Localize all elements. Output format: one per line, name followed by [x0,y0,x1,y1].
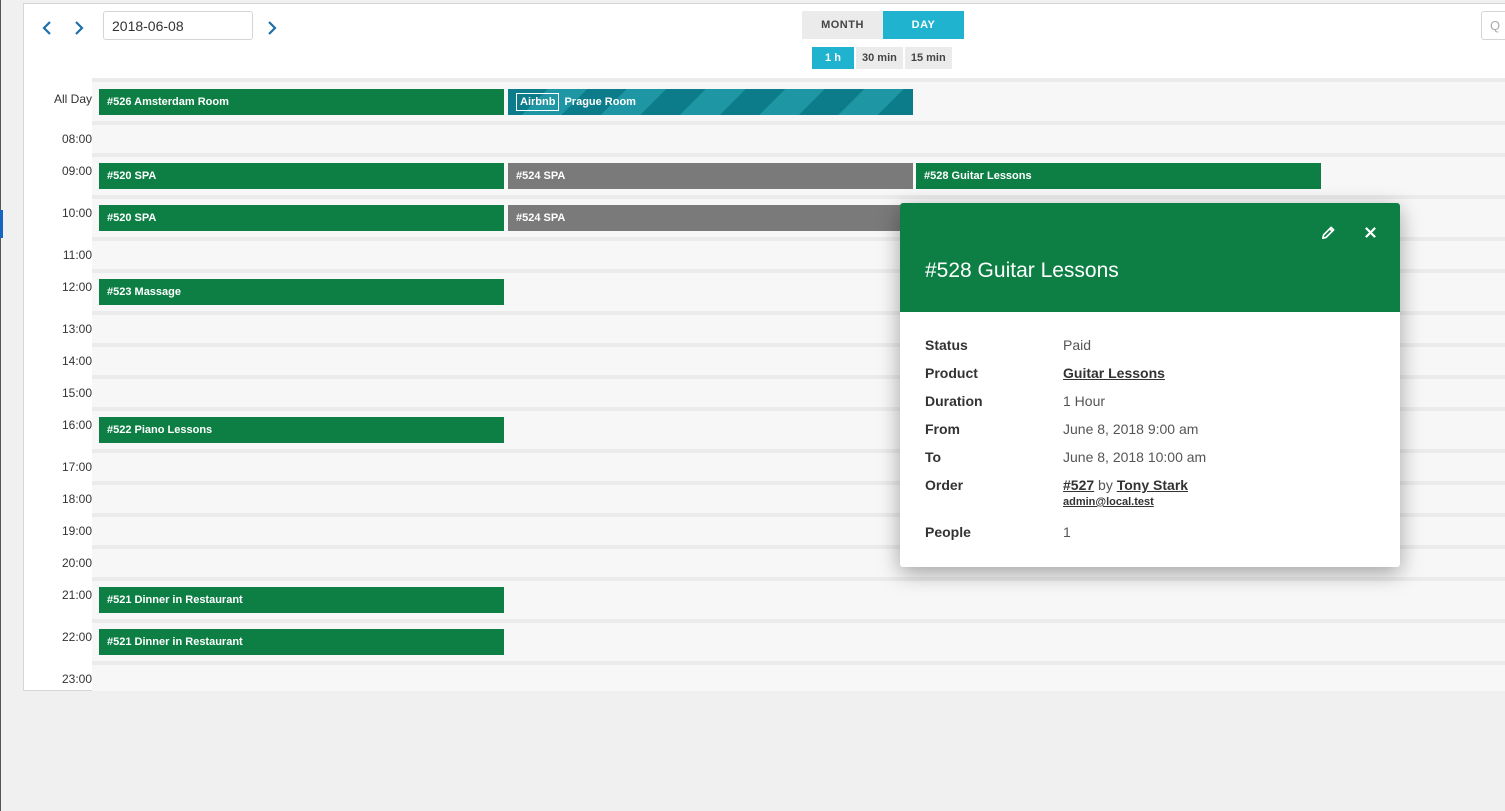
people-value: 1 [1063,524,1071,540]
row-2300: 23:00 [24,665,1505,691]
popover-header: #528 Guitar Lessons [900,203,1400,312]
booking-event[interactable]: #524 SPA [508,163,913,189]
window-edge-marker [0,210,3,238]
field-label: People [925,524,971,540]
time-label: 08:00 [61,132,92,146]
row-0800: 08:00 [24,125,1505,155]
event-label: #523 Massage [107,286,181,298]
event-label: #524 SPA [516,170,566,182]
event-label: #520 SPA [107,170,157,182]
next-period-button[interactable] [68,17,90,39]
time-label: 19:00 [61,524,92,538]
row-track [92,125,1505,155]
slot-15min-button[interactable]: 15 min [904,47,952,69]
next-day-button[interactable] [261,17,283,39]
field-label: Order [925,477,964,493]
product-link[interactable]: Guitar Lessons [1063,365,1165,381]
chevron-left-icon [42,21,51,35]
booking-event[interactable]: #522 Piano Lessons [99,417,504,443]
booking-event[interactable]: #520 SPA [99,205,504,231]
pencil-icon [1321,226,1334,239]
popover-title: #528 Guitar Lessons [925,259,1119,282]
slot-30min-button[interactable]: 30 min [856,47,903,69]
order-link[interactable]: #527 [1063,477,1094,493]
event-label: Prague Room [564,96,636,108]
field-label: Product [925,365,978,381]
event-label: #520 SPA [107,212,157,224]
window-edge [0,0,1,811]
booking-event[interactable]: #526 Amsterdam Room [99,89,504,115]
chevron-right-icon [75,21,84,35]
time-label: 22:00 [61,630,92,644]
time-label: 17:00 [61,460,92,474]
duration-value: 1 Hour [1063,393,1106,409]
booking-event-selected[interactable]: #528 Guitar Lessons [916,163,1321,189]
booking-event[interactable]: #523 Massage [99,279,504,305]
time-label: 16:00 [61,418,92,432]
event-label: #524 SPA [516,212,566,224]
booking-event[interactable]: #521 Dinner in Restaurant [99,629,504,655]
date-input[interactable] [103,11,253,40]
status-value: Paid [1063,337,1092,353]
slot-1h-button[interactable]: 1 h [812,47,854,69]
view-month-button[interactable]: MONTH [802,11,883,39]
prev-period-button[interactable] [36,17,58,39]
view-day-button[interactable]: DAY [883,11,964,39]
time-label: 20:00 [61,556,92,570]
time-label: 15:00 [61,386,92,400]
event-label: #526 Amsterdam Room [107,96,229,108]
booking-event[interactable]: #521 Dinner in Restaurant [99,587,504,613]
time-label: 09:00 [61,164,92,178]
chevron-right-icon [268,21,277,35]
field-label: To [925,449,942,465]
field-label: Duration [925,393,983,409]
customer-link[interactable]: Tony Stark [1117,477,1188,493]
booking-event[interactable]: #520 SPA [99,163,504,189]
customer-email-link[interactable]: admin@local.test [1063,496,1154,508]
airbnb-booking-event[interactable]: Airbnb Prague Room [508,89,913,115]
time-label: 14:00 [61,354,92,368]
time-label: 12:00 [61,280,92,294]
event-label: #521 Dinner in Restaurant [107,594,243,606]
row-track [92,665,1505,691]
time-label: 13:00 [61,322,92,336]
slot-size-toggle: 1 h 30 min 15 min [812,47,952,69]
to-value: June 8, 2018 10:00 am [1063,449,1207,465]
field-label: From [925,421,960,437]
event-label: #528 Guitar Lessons [924,170,1032,182]
order-by-text: by [1098,477,1113,493]
time-label: 11:00 [62,248,92,262]
field-label: Status [925,337,968,353]
time-label: 21:00 [61,588,92,602]
booking-details-popover: #528 Guitar Lessons Status Paid Product … [900,203,1400,567]
edit-button[interactable] [1319,223,1337,241]
from-value: June 8, 2018 9:00 am [1063,421,1199,437]
time-label: 23:00 [61,672,92,686]
time-label: 10:00 [61,206,92,220]
time-label: 18:00 [61,492,92,506]
view-toggle: MONTH DAY [802,11,964,39]
booking-event[interactable]: #524 SPA [508,205,913,231]
event-label: #521 Dinner in Restaurant [107,636,243,648]
airbnb-tag: Airbnb [516,93,560,111]
event-label: #522 Piano Lessons [107,424,213,436]
close-icon [1364,226,1376,238]
search-input[interactable]: Q [1481,11,1505,40]
close-button[interactable] [1361,223,1379,241]
time-label: All Day [53,92,92,106]
